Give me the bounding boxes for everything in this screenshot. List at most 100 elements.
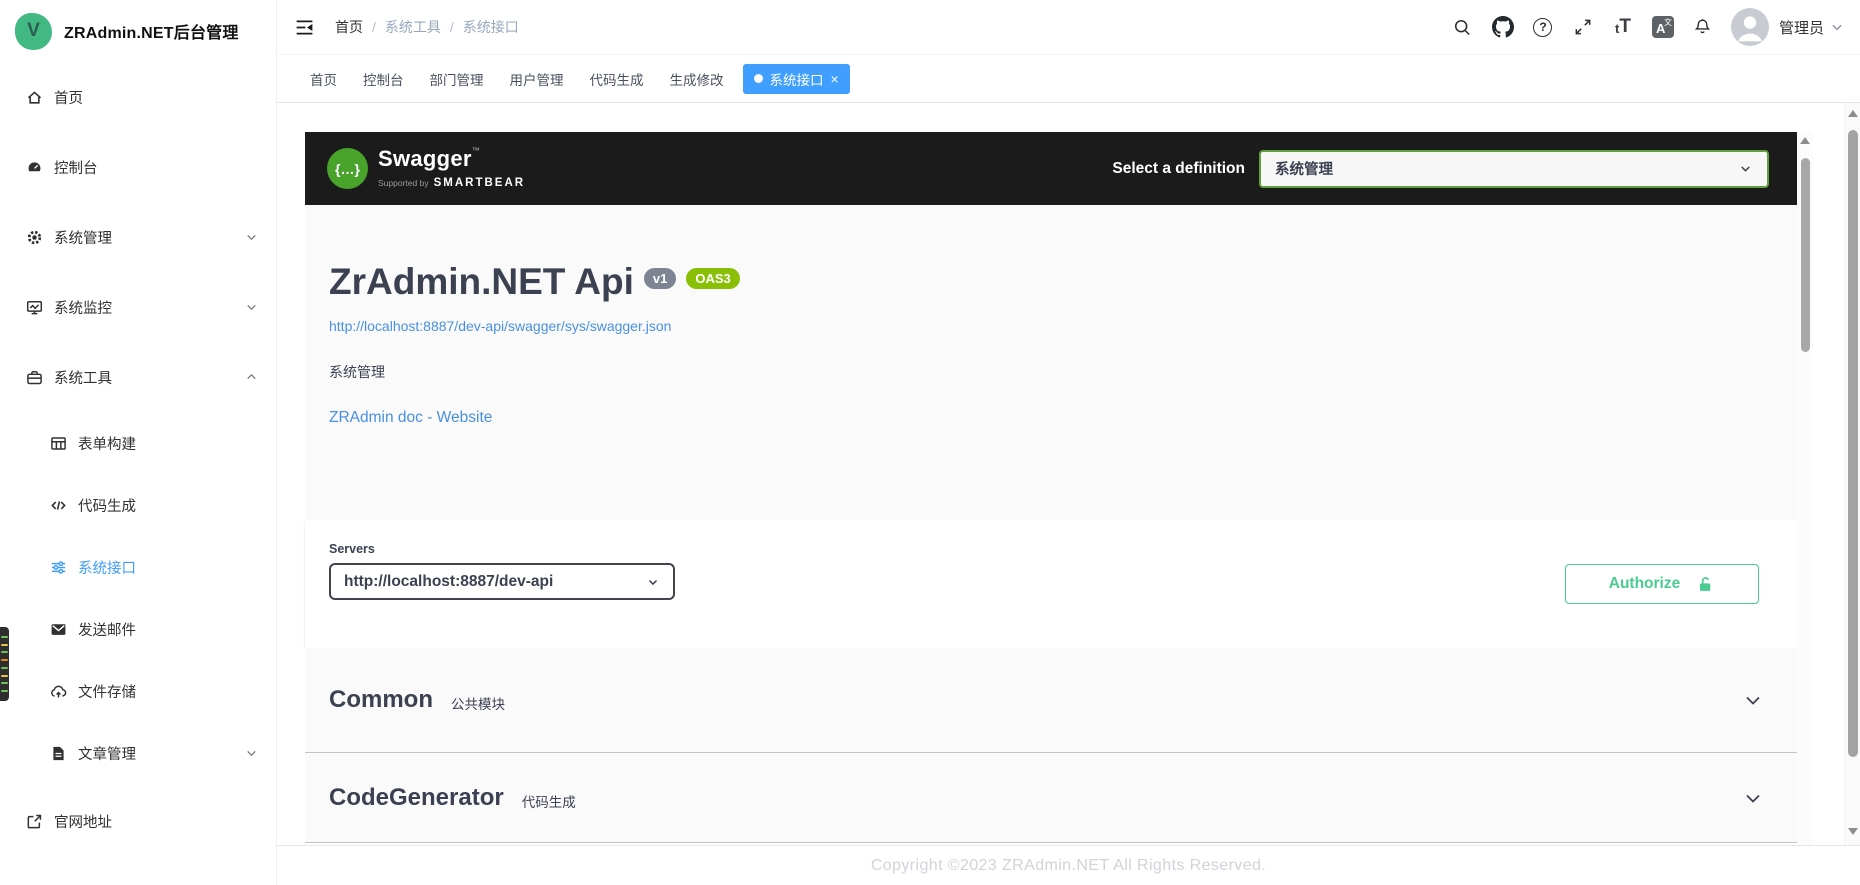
- font-size-icon[interactable]: tT: [1603, 0, 1643, 55]
- breadcrumb-separator: /: [372, 19, 376, 35]
- sidebar-item-system-tools[interactable]: 系统工具: [0, 342, 276, 412]
- sidebar-item-form-builder[interactable]: 表单构建: [0, 412, 276, 474]
- breadcrumb-separator: /: [450, 19, 454, 35]
- section-common[interactable]: Common 公共模块: [305, 648, 1797, 753]
- chevron-down-icon: [1738, 161, 1753, 176]
- definition-select[interactable]: 系统管理: [1259, 150, 1769, 188]
- close-icon[interactable]: ×: [831, 72, 839, 86]
- scrollbar-thumb[interactable]: [1848, 130, 1858, 757]
- sidebar-item-label: 文件存储: [78, 681, 136, 702]
- tab-bar: 首页 控制台 部门管理 用户管理 代码生成 生成修改 系统接口 ×: [277, 55, 1860, 103]
- chevron-up-icon: [245, 371, 258, 384]
- sidebar-collapse-icon[interactable]: [277, 17, 329, 38]
- chevron-down-icon: [1741, 786, 1765, 810]
- sidebar-item-home[interactable]: 首页: [0, 62, 276, 132]
- bell-icon[interactable]: [1683, 0, 1723, 55]
- main-area: 首页 / 系统工具 / 系统接口 ? tT A文: [277, 0, 1860, 885]
- servers-select[interactable]: http://localhost:8887/dev-api: [329, 563, 675, 600]
- sidebar: V ZRAdmin.NET后台管理 首页 控制台 系统管理: [0, 0, 277, 885]
- chevron-down-icon: [245, 301, 258, 314]
- perf-monitor-widget[interactable]: [0, 627, 9, 701]
- article-icon: [50, 745, 67, 762]
- chevron-down-icon: [646, 575, 660, 589]
- code-icon: [50, 497, 67, 514]
- scroll-up-arrow[interactable]: [1800, 137, 1810, 144]
- select-definition-label: Select a definition: [1112, 160, 1245, 178]
- tab-gen-modify[interactable]: 生成修改: [657, 63, 737, 95]
- version-badge: v1: [644, 268, 676, 289]
- unlock-icon: [1696, 575, 1715, 594]
- scheme-container: Servers http://localhost:8887/dev-api Au…: [305, 520, 1797, 648]
- tab-dept-manage[interactable]: 部门管理: [417, 63, 497, 95]
- tab-dashboard[interactable]: 控制台: [350, 63, 417, 95]
- tab-user-manage[interactable]: 用户管理: [497, 63, 577, 95]
- doc-website-link[interactable]: ZRAdmin doc - Website: [329, 409, 492, 427]
- swagger-logo-icon: {…}: [327, 148, 368, 189]
- sidebar-item-code-generator[interactable]: 代码生成: [0, 474, 276, 536]
- spec-url-link[interactable]: http://localhost:8887/dev-api/swagger/sy…: [329, 318, 671, 334]
- help-icon[interactable]: ?: [1523, 0, 1563, 55]
- dashboard-icon: [26, 159, 43, 176]
- form-table-icon: [50, 435, 67, 452]
- gear-icon: [26, 229, 43, 246]
- user-avatar[interactable]: [1731, 8, 1769, 46]
- app-logo[interactable]: V ZRAdmin.NET后台管理: [0, 0, 276, 62]
- translate-icon[interactable]: A文: [1643, 0, 1683, 55]
- section-codegenerator[interactable]: CodeGenerator 代码生成: [305, 753, 1797, 843]
- scroll-up-arrow[interactable]: [1848, 110, 1858, 117]
- search-icon[interactable]: [1443, 0, 1483, 55]
- section-name: Common: [329, 686, 433, 714]
- github-icon[interactable]: [1483, 0, 1523, 55]
- smartbear-label: SMARTBEAR: [434, 177, 525, 189]
- sidebar-menu: 首页 控制台 系统管理 系统监控: [0, 62, 276, 858]
- content-scrollbar: [1797, 132, 1813, 845]
- sidebar-item-dashboard[interactable]: 控制台: [0, 132, 276, 202]
- sidebar-item-label: 系统管理: [54, 227, 112, 248]
- sidebar-item-file-storage[interactable]: 文件存储: [0, 660, 276, 722]
- sidebar-item-article-manage[interactable]: 文章管理: [0, 722, 276, 784]
- scrollbar-thumb[interactable]: [1801, 158, 1810, 352]
- sidebar-item-label: 控制台: [54, 157, 98, 178]
- cloud-upload-icon: [50, 683, 67, 700]
- sidebar-item-system-api[interactable]: 系统接口: [0, 536, 276, 598]
- authorize-button[interactable]: Authorize: [1565, 564, 1759, 604]
- section-description: 公共模块: [451, 693, 505, 713]
- sidebar-item-system-monitor[interactable]: 系统监控: [0, 272, 276, 342]
- tab-code-gen[interactable]: 代码生成: [577, 63, 657, 95]
- supported-by-label: Supported by: [378, 178, 429, 188]
- sidebar-item-system-manage[interactable]: 系统管理: [0, 202, 276, 272]
- sidebar-item-label: 官网地址: [54, 811, 112, 832]
- active-tab-label: 系统接口: [770, 69, 824, 89]
- sidebar-item-official-site[interactable]: 官网地址: [0, 784, 276, 858]
- external-link-icon: [26, 813, 43, 830]
- sidebar-item-label: 表单构建: [78, 433, 136, 454]
- servers-select-value: http://localhost:8887/dev-api: [344, 573, 553, 591]
- page-content: {…} Swagger™ Supported bySMARTBEAR Selec…: [277, 103, 1860, 845]
- breadcrumb-system-api: 系统接口: [463, 17, 519, 37]
- chevron-down-icon: [1741, 688, 1765, 712]
- navbar-actions: ? tT A文 管理员: [1443, 0, 1860, 55]
- active-tab-dot: [754, 74, 763, 83]
- sidebar-item-label: 系统工具: [54, 367, 112, 388]
- home-icon: [26, 89, 43, 106]
- sidebar-item-label: 系统接口: [78, 557, 136, 578]
- fullscreen-icon[interactable]: [1563, 0, 1603, 55]
- swagger-info: ZrAdmin.NET Api v1 OAS3 http://localhost…: [305, 205, 1797, 520]
- breadcrumb-system-tools[interactable]: 系统工具: [385, 17, 441, 37]
- breadcrumb-home[interactable]: 首页: [335, 17, 363, 37]
- monitor-icon: [26, 299, 43, 316]
- user-name[interactable]: 管理员: [1779, 17, 1824, 38]
- sidebar-item-label: 代码生成: [78, 495, 136, 516]
- swagger-panel: {…} Swagger™ Supported bySMARTBEAR Selec…: [305, 132, 1797, 843]
- sidebar-item-send-mail[interactable]: 发送邮件: [0, 598, 276, 660]
- authorize-label: Authorize: [1609, 575, 1680, 593]
- tab-home[interactable]: 首页: [297, 63, 350, 95]
- tab-system-api-active[interactable]: 系统接口 ×: [743, 64, 850, 94]
- sidebar-item-label: 文章管理: [78, 743, 136, 764]
- user-menu-chevron-icon[interactable]: [1830, 20, 1850, 34]
- api-description: 系统管理: [329, 362, 1773, 382]
- scroll-down-arrow[interactable]: [1848, 828, 1858, 835]
- sliders-icon: [50, 559, 67, 576]
- breadcrumb: 首页 / 系统工具 / 系统接口: [335, 17, 519, 37]
- definition-select-value: 系统管理: [1275, 158, 1333, 179]
